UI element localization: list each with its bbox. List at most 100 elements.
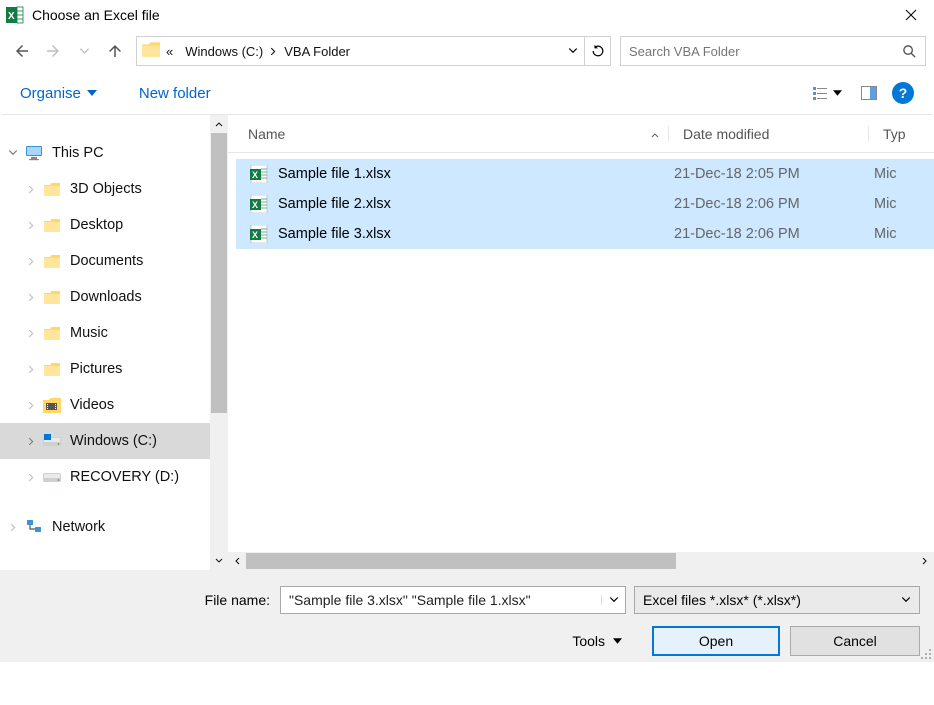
filename-combobox[interactable] [280, 586, 626, 614]
open-button[interactable]: Open [652, 626, 780, 656]
tree-item-label: Windows (C:) [70, 433, 157, 449]
expander-icon[interactable] [24, 185, 38, 194]
organise-button[interactable]: Organise [20, 85, 97, 102]
expander-icon[interactable] [24, 329, 38, 338]
breadcrumb-folder[interactable]: VBA Folder [284, 44, 350, 59]
column-header-date[interactable]: Date modified [668, 126, 868, 142]
scrollbar-track[interactable] [246, 552, 916, 570]
folder-icon [42, 324, 62, 342]
scroll-right-button[interactable] [916, 552, 934, 570]
network-icon [24, 518, 44, 536]
tree-item-label: Videos [70, 397, 114, 413]
breadcrumb-drive[interactable]: Windows (C:) [185, 44, 263, 59]
tree-desktop[interactable]: Desktop [0, 207, 210, 243]
scroll-up-button[interactable] [210, 115, 228, 133]
tree-music[interactable]: Music [0, 315, 210, 351]
file-date: 21-Dec-18 2:06 PM [668, 196, 868, 212]
address-dropdown[interactable] [562, 46, 584, 56]
scrollbar-thumb[interactable] [211, 133, 227, 413]
column-header-type[interactable]: Typ [868, 126, 934, 142]
column-header-name[interactable]: Name [228, 126, 668, 142]
expander-icon[interactable] [24, 221, 38, 230]
close-button[interactable] [894, 0, 928, 30]
breadcrumb: « Windows (C:) VBA Folder [166, 44, 562, 59]
tree-network[interactable]: Network [0, 509, 210, 545]
search-box[interactable] [620, 36, 926, 66]
scrollbar-thumb[interactable] [246, 553, 676, 569]
navigation-tree-pane: This PC 3D Objects Desktop Documents Dow [0, 115, 228, 570]
tree-item-label: This PC [52, 145, 104, 161]
caret-down-icon [613, 638, 622, 644]
chevron-right-icon [269, 47, 278, 56]
new-folder-button[interactable]: New folder [139, 85, 211, 102]
recent-locations-button[interactable] [70, 37, 98, 65]
xlsx-file-icon [250, 225, 268, 243]
tree-videos[interactable]: Videos [0, 387, 210, 423]
back-button[interactable] [8, 37, 36, 65]
tree-drive-d[interactable]: RECOVERY (D:) [0, 459, 210, 495]
expander-icon[interactable] [24, 401, 38, 410]
folder-icon [42, 252, 62, 270]
search-icon[interactable] [902, 44, 917, 59]
search-input[interactable] [629, 44, 902, 59]
preview-pane-button[interactable] [856, 83, 882, 103]
filter-dropdown[interactable] [901, 592, 911, 608]
scroll-down-button[interactable] [210, 552, 228, 570]
forward-button[interactable] [39, 37, 67, 65]
cancel-button[interactable]: Cancel [790, 626, 920, 656]
filename-input[interactable] [281, 592, 601, 608]
toolbar: Organise New folder ? [0, 72, 934, 114]
refresh-button[interactable] [584, 37, 610, 65]
tree-scrollbar[interactable] [210, 115, 228, 570]
file-row[interactable]: Sample file 1.xlsx 21-Dec-18 2:05 PM Mic [236, 159, 934, 189]
xlsx-file-icon [250, 195, 268, 213]
resize-grip-icon[interactable] [918, 646, 932, 660]
expander-icon[interactable] [24, 257, 38, 266]
tree-drive-c[interactable]: Windows (C:) [0, 423, 210, 459]
file-row[interactable]: Sample file 2.xlsx 21-Dec-18 2:06 PM Mic [236, 189, 934, 219]
file-date: 21-Dec-18 2:06 PM [668, 226, 868, 242]
expander-icon[interactable] [24, 365, 38, 374]
tree-documents[interactable]: Documents [0, 243, 210, 279]
file-date: 21-Dec-18 2:05 PM [668, 166, 868, 182]
expander-icon[interactable] [24, 293, 38, 302]
filetype-filter-combobox[interactable]: Excel files *.xlsx* (*.xlsx*) [634, 586, 920, 614]
tree-downloads[interactable]: Downloads [0, 279, 210, 315]
tree-this-pc[interactable]: This PC [0, 135, 210, 171]
sort-indicator-icon [650, 126, 660, 142]
caret-down-icon [87, 85, 97, 102]
expander-icon[interactable] [24, 437, 38, 446]
file-list-pane: Name Date modified Typ Sample file 1.xls… [228, 115, 934, 570]
address-bar[interactable]: « Windows (C:) VBA Folder [136, 36, 611, 66]
disk-icon [42, 432, 62, 450]
monitor-icon [24, 144, 44, 162]
navigation-bar: « Windows (C:) VBA Folder [0, 30, 934, 72]
help-button[interactable]: ? [892, 82, 914, 104]
breadcrumb-ellipsis[interactable]: « [166, 44, 173, 59]
file-name: Sample file 2.xlsx [278, 196, 391, 212]
expander-icon[interactable] [24, 473, 38, 482]
scroll-left-button[interactable] [228, 552, 246, 570]
navigation-tree[interactable]: This PC 3D Objects Desktop Documents Dow [0, 115, 210, 570]
footer: File name: Excel files *.xlsx* (*.xlsx*)… [0, 570, 934, 662]
up-button[interactable] [101, 37, 129, 65]
expander-icon[interactable] [6, 148, 20, 158]
file-row[interactable]: Sample file 3.xlsx 21-Dec-18 2:06 PM Mic [236, 219, 934, 249]
main-area: This PC 3D Objects Desktop Documents Dow [0, 115, 934, 570]
expander-icon[interactable] [6, 523, 20, 532]
file-list-scrollbar[interactable] [228, 552, 934, 570]
tree-item-label: Music [70, 325, 108, 341]
tree-3d-objects[interactable]: 3D Objects [0, 171, 210, 207]
tree-item-label: Desktop [70, 217, 123, 233]
tree-item-label: Downloads [70, 289, 142, 305]
tree-item-label: Documents [70, 253, 143, 269]
title-bar: Choose an Excel file [0, 0, 934, 30]
view-mode-button[interactable] [807, 83, 846, 103]
tools-button[interactable]: Tools [572, 633, 622, 649]
scrollbar-track[interactable] [210, 133, 228, 552]
tree-pictures[interactable]: Pictures [0, 351, 210, 387]
filename-dropdown[interactable] [601, 595, 625, 605]
file-list[interactable]: Sample file 1.xlsx 21-Dec-18 2:05 PM Mic… [228, 153, 934, 552]
tree-item-label: Network [52, 519, 105, 535]
video-folder-icon [42, 396, 62, 414]
